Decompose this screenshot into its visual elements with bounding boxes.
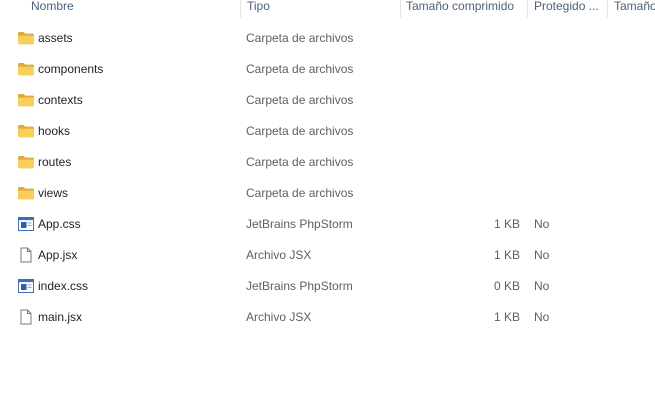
file-name: hooks xyxy=(38,124,71,138)
file-name: routes xyxy=(38,155,72,169)
file-protected: No xyxy=(534,279,550,293)
file-name: views xyxy=(38,186,69,200)
file-name: App.jsx xyxy=(38,248,78,262)
file-compressed-size xyxy=(405,27,520,49)
folder-icon xyxy=(17,30,35,46)
file-compressed-size xyxy=(405,89,520,111)
file-row[interactable]: App.jsx Archivo JSX 1 KB No xyxy=(0,244,655,266)
file-type: Carpeta de archivos xyxy=(246,31,354,45)
file-name: components xyxy=(38,62,104,76)
file-row[interactable]: main.jsx Archivo JSX 1 KB No xyxy=(0,306,655,328)
file-name: assets xyxy=(38,31,73,45)
file-compressed-size: 0 KB xyxy=(493,279,520,293)
file-compressed-size xyxy=(405,58,520,80)
file-row[interactable]: assets Carpeta de archivos xyxy=(0,27,655,49)
column-header-name[interactable]: Nombre xyxy=(31,0,74,17)
file-name: contexts xyxy=(38,93,83,107)
file-compressed-size xyxy=(405,182,520,204)
file-compressed-size: 1 KB xyxy=(493,310,520,324)
column-header-bar: Nombre Tipo Tamaño comprimido Protegido … xyxy=(0,0,655,18)
file-name: main.jsx xyxy=(38,310,83,324)
file-type: Carpeta de archivos xyxy=(246,62,354,76)
column-divider[interactable] xyxy=(607,0,608,18)
file-compressed-size: 1 KB xyxy=(493,217,520,231)
column-header-protected[interactable]: Protegido ... xyxy=(534,0,602,17)
column-header-type[interactable]: Tipo xyxy=(247,0,270,17)
file-compressed-size xyxy=(405,120,520,142)
file-row[interactable]: App.css JetBrains PhpStorm 1 KB No xyxy=(0,213,655,235)
file-protected: No xyxy=(534,310,550,324)
file-type: Carpeta de archivos xyxy=(246,93,354,107)
css-file-icon xyxy=(17,278,35,294)
file-name: App.css xyxy=(38,217,81,231)
column-header-compressed-size[interactable]: Tamaño comprimido xyxy=(406,0,524,17)
folder-icon xyxy=(17,185,35,201)
file-row[interactable]: routes Carpeta de archivos xyxy=(0,151,655,173)
file-type: Archivo JSX xyxy=(246,310,312,324)
file-type: Carpeta de archivos xyxy=(246,155,354,169)
folder-icon xyxy=(17,92,35,108)
css-file-icon xyxy=(17,216,35,232)
folder-icon xyxy=(17,154,35,170)
column-divider[interactable] xyxy=(527,0,528,18)
file-type: Archivo JSX xyxy=(246,248,312,262)
file-name: index.css xyxy=(38,279,89,293)
file-protected: No xyxy=(534,248,550,262)
file-row[interactable]: hooks Carpeta de archivos xyxy=(0,120,655,142)
column-header-size[interactable]: Tamaño xyxy=(614,0,655,17)
file-protected: No xyxy=(534,217,550,231)
column-divider[interactable] xyxy=(240,0,241,18)
generic-file-icon xyxy=(17,309,35,325)
file-row[interactable]: views Carpeta de archivos xyxy=(0,182,655,204)
generic-file-icon xyxy=(17,247,35,263)
file-type: JetBrains PhpStorm xyxy=(246,279,353,293)
file-row[interactable]: components Carpeta de archivos xyxy=(0,58,655,80)
file-row[interactable]: index.css JetBrains PhpStorm 0 KB No xyxy=(0,275,655,297)
folder-icon xyxy=(17,123,35,139)
column-divider[interactable] xyxy=(400,0,401,18)
file-compressed-size: 1 KB xyxy=(493,248,520,262)
file-compressed-size xyxy=(405,151,520,173)
folder-icon xyxy=(17,61,35,77)
file-type: Carpeta de archivos xyxy=(246,186,354,200)
file-type: Carpeta de archivos xyxy=(246,124,354,138)
file-type: JetBrains PhpStorm xyxy=(246,217,353,231)
file-row[interactable]: contexts Carpeta de archivos xyxy=(0,89,655,111)
